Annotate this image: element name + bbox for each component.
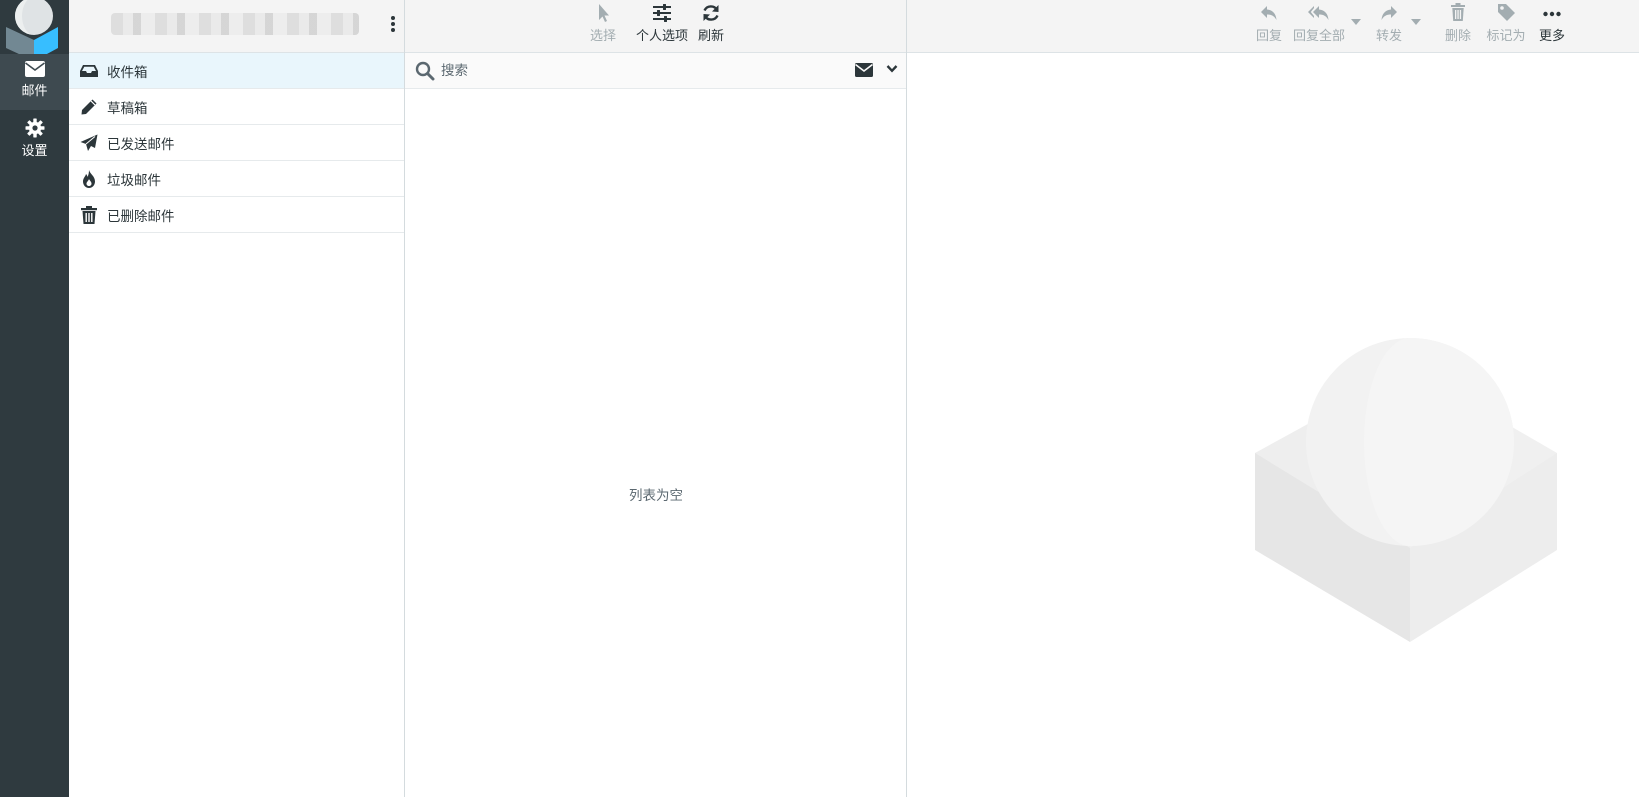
reply-button[interactable]: 回复 — [1251, 2, 1287, 44]
account-name-redacted — [111, 13, 359, 35]
delete-label: 删除 — [1444, 29, 1471, 44]
select-button[interactable]: 选择 — [583, 2, 623, 44]
folder-name: 已发送邮件 — [107, 136, 175, 153]
reply-all-label: 回复全部 — [1292, 29, 1345, 44]
forward-button[interactable]: 转发 — [1371, 2, 1407, 44]
reply-all-icon — [1308, 6, 1329, 20]
more-label: 更多 — [1538, 29, 1565, 44]
reply-icon — [1261, 6, 1277, 20]
message-list-panel: 选择 个人选项 刷新 搜索 列表为空 — [405, 0, 907, 797]
mark-label: 标记为 — [1486, 29, 1526, 44]
cursor-arrow-icon — [599, 4, 609, 22]
preview-panel: 回复 回复全部 转发 删除 标记为 更多 — [907, 0, 1639, 797]
reply-all-dropdown-icon[interactable] — [1351, 19, 1361, 25]
paper-plane-icon — [80, 134, 98, 151]
options-button[interactable]: 个人选项 — [634, 2, 690, 44]
nav-rail: 邮件 设置 — [0, 0, 69, 797]
search-icon[interactable] — [415, 61, 435, 81]
select-label: 选择 — [589, 29, 616, 44]
folder-name: 草稿箱 — [107, 100, 148, 117]
folder-menu-button[interactable] — [388, 14, 398, 34]
fire-icon — [83, 169, 95, 188]
mark-button[interactable]: 标记为 — [1485, 2, 1527, 44]
delete-button[interactable]: 删除 — [1443, 2, 1473, 44]
folder-drafts[interactable]: 草稿箱 — [69, 89, 404, 125]
forward-label: 转发 — [1375, 29, 1402, 44]
forward-icon — [1381, 6, 1397, 20]
folder-panel: 收件箱 草稿箱 已发送邮件 垃圾邮件 已删除邮件 — [69, 0, 405, 797]
rail-mail-button[interactable]: 邮件 — [0, 54, 69, 110]
refresh-label: 刷新 — [697, 29, 724, 44]
folder-junk[interactable]: 垃圾邮件 — [69, 161, 404, 197]
gear-icon — [25, 118, 44, 138]
reply-label: 回复 — [1255, 29, 1282, 44]
roundcube-watermark-logo — [1255, 338, 1557, 642]
vertical-dots-icon — [391, 16, 395, 32]
sliders-icon — [653, 4, 671, 22]
envelope-icon — [24, 61, 45, 77]
folder-name: 垃圾邮件 — [107, 172, 161, 189]
empty-list-message: 列表为空 — [629, 488, 683, 504]
inbox-icon — [80, 64, 98, 77]
tag-icon — [1498, 4, 1515, 21]
options-label: 个人选项 — [635, 29, 688, 44]
search-bar — [405, 53, 906, 89]
folder-trash[interactable]: 已删除邮件 — [69, 197, 404, 233]
rail-settings-button[interactable]: 设置 — [0, 112, 69, 168]
reply-all-button[interactable]: 回复全部 — [1291, 2, 1347, 44]
roundcube-logo[interactable] — [0, 0, 69, 61]
folder-panel-header — [69, 0, 404, 53]
message-list-toolbar: 选择 个人选项 刷新 — [405, 0, 906, 53]
forward-dropdown-icon[interactable] — [1411, 19, 1421, 25]
rail-mail-label: 邮件 — [21, 84, 48, 99]
folder-sent[interactable]: 已发送邮件 — [69, 125, 404, 161]
pencil-icon — [81, 99, 97, 114]
search-input[interactable] — [441, 59, 821, 83]
folder-inbox[interactable]: 收件箱 — [69, 53, 404, 89]
folder-name: 已删除邮件 — [107, 208, 175, 225]
more-button[interactable]: 更多 — [1537, 2, 1567, 44]
envelope-filter-icon[interactable] — [854, 62, 874, 78]
more-dots-icon — [1543, 11, 1561, 17]
preview-toolbar: 回复 回复全部 转发 删除 标记为 更多 — [907, 0, 1639, 53]
refresh-icon — [703, 5, 719, 21]
trash-icon — [1451, 3, 1465, 21]
trash-icon — [81, 205, 97, 224]
chevron-down-icon[interactable] — [886, 64, 898, 74]
folder-name: 收件箱 — [107, 64, 148, 81]
refresh-button[interactable]: 刷新 — [696, 2, 726, 44]
rail-settings-label: 设置 — [21, 144, 48, 159]
